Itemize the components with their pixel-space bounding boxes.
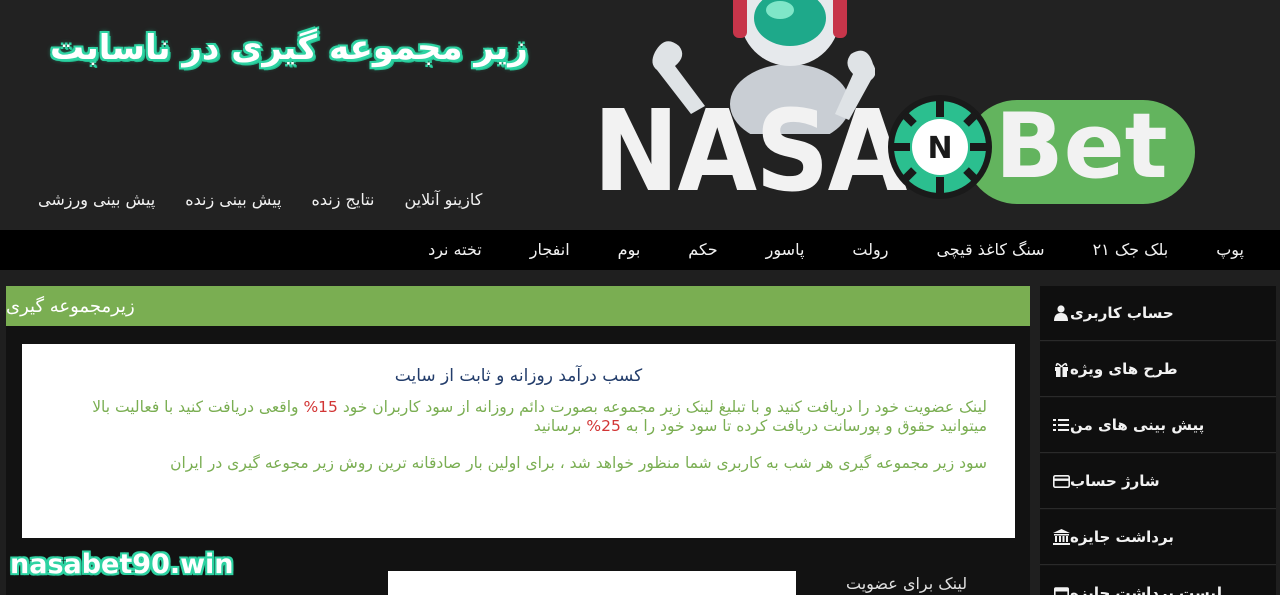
top-nav-online-casino[interactable]: کازینو آنلاین	[404, 190, 482, 209]
game-nav-hokm[interactable]: حکم	[688, 240, 717, 259]
game-nav-backgammon[interactable]: تخته نرد	[428, 240, 482, 259]
info-paragraph-2: سود زیر مجموعه گیری هر شب به کاربری شما …	[170, 454, 987, 472]
panel-title: زیرمجموعه گیری	[6, 295, 135, 317]
game-nav-crash[interactable]: انفجار	[530, 240, 570, 259]
sidebar-item-label: حساب کاربری	[1070, 304, 1174, 322]
top-nav-sports-betting[interactable]: پیش بینی ورزشی	[38, 190, 155, 209]
site-header: زیر مجموعه گیری در ناسابت پیش بینی ورزشی…	[0, 0, 1280, 230]
top-nav-live-betting[interactable]: پیش بینی زنده	[185, 190, 281, 209]
calendar-icon	[1052, 584, 1070, 595]
sidebar-item-withdraw-list[interactable]: لیست برداشت جایزه	[1040, 566, 1276, 595]
sidebar-item-label: برداشت جایزه	[1070, 528, 1174, 546]
game-nav-pasur[interactable]: پاسور	[766, 240, 805, 259]
gift-icon	[1052, 360, 1070, 378]
poker-chip-icon: N	[888, 95, 992, 199]
logo-wordmark: NASA	[593, 87, 907, 217]
game-nav-boom[interactable]: بوم	[618, 240, 641, 259]
game-nav-pop[interactable]: پوپ	[1216, 240, 1244, 259]
bank-icon	[1052, 528, 1070, 546]
sidebar-item-label: طرح های ویژه	[1070, 360, 1178, 378]
sidebar-item-account[interactable]: حساب کاربری	[1040, 286, 1276, 341]
info-text-part-3: برسانید	[533, 417, 587, 435]
game-nav: تخته نرد انفجار بوم حکم پاسور رولت سنگ ک…	[0, 230, 1280, 270]
sidebar-item-deposit[interactable]: شارژ حساب	[1040, 454, 1276, 509]
sidebar-item-label: لیست برداشت جایزه	[1070, 584, 1223, 595]
logo-bet-text: Bet	[995, 94, 1168, 199]
site-watermark: nasabet90.win	[10, 549, 234, 580]
commission-15-percent: 15%	[303, 398, 338, 416]
account-sidebar: حساب کاربری طرح های ویژه پیش بینی های من…	[1040, 286, 1276, 595]
user-icon	[1052, 304, 1070, 322]
sidebar-item-my-predictions[interactable]: پیش بینی های من	[1040, 398, 1276, 453]
game-nav-blackjack[interactable]: بلک جک ۲۱	[1093, 240, 1169, 259]
panel-header: زیرمجموعه گیری	[6, 286, 1030, 326]
sidebar-item-label: پیش بینی های من	[1070, 416, 1205, 434]
top-nav: پیش بینی ورزشی پیش بینی زنده نتایج زنده …	[38, 190, 482, 209]
top-nav-live-results[interactable]: نتایج زنده	[311, 190, 374, 209]
info-title: کسب درآمد روزانه و ثابت از سایت	[394, 366, 643, 386]
commission-25-percent: 25%	[586, 417, 621, 435]
game-nav-roulette[interactable]: رولت	[852, 240, 888, 259]
chip-letter: N	[927, 131, 952, 166]
sidebar-item-withdraw[interactable]: برداشت جایزه	[1040, 510, 1276, 565]
membership-link-label: لینک برای عضویت	[846, 574, 968, 593]
list-icon	[1052, 416, 1070, 434]
promo-title: زیر مجموعه گیری در ناسابت	[50, 28, 528, 68]
info-text-part-1: لینک عضویت خود را دریافت کنید و با تبلیغ…	[337, 398, 987, 416]
site-logo[interactable]: NASA N Bet	[585, 0, 1200, 230]
game-nav-rock-paper-scissors[interactable]: سنگ کاغذ قیچی	[936, 240, 1044, 259]
referral-info-box: کسب درآمد روزانه و ثابت از سایت لینک عضو…	[22, 344, 1015, 538]
sidebar-item-special-plans[interactable]: طرح های ویژه	[1040, 342, 1276, 397]
membership-link-field[interactable]	[388, 571, 796, 595]
credit-card-icon	[1052, 472, 1070, 490]
sidebar-item-label: شارژ حساب	[1070, 472, 1160, 490]
info-paragraph: لینک عضویت خود را دریافت کنید و با تبلیغ…	[50, 398, 987, 436]
